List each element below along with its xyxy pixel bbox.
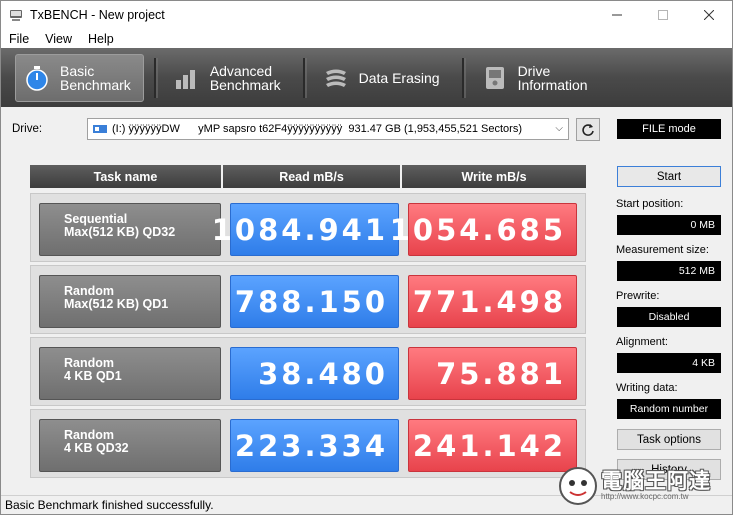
window-title: TxBENCH - New project bbox=[30, 8, 165, 22]
task-button-random-4k-qd32[interactable]: Random 4 KB QD32 bbox=[39, 419, 221, 472]
writing-data-label: Writing data: bbox=[616, 382, 678, 394]
app-window: TxBENCH - New project File View Help Bas… bbox=[0, 0, 733, 515]
app-icon bbox=[10, 10, 22, 21]
stopwatch-icon bbox=[26, 65, 48, 91]
watermark-text: 電腦王阿達 http://www.kocpc.com.tw bbox=[601, 470, 711, 502]
close-icon bbox=[704, 10, 714, 20]
toolbar: Basic Benchmark Advanced Benchmark Data … bbox=[1, 48, 732, 107]
mode-indicator: FILE mode bbox=[617, 119, 721, 139]
watermark-title: 電腦王阿達 bbox=[601, 469, 711, 493]
drive-select-value: (I:) ÿÿÿÿÿÿDW yMP sapsro t62F4ÿÿÿÿÿÿÿÿÿÿ… bbox=[112, 123, 522, 135]
read-value: 1084.941 bbox=[212, 203, 399, 256]
write-value: 771.498 bbox=[408, 275, 577, 328]
read-value: 38.480 bbox=[230, 347, 399, 400]
refresh-button[interactable] bbox=[576, 118, 600, 141]
write-value: 75.881 bbox=[408, 347, 577, 400]
task-line2: 4 KB QD1 bbox=[64, 369, 122, 383]
menu-file[interactable]: File bbox=[1, 32, 37, 46]
menu-help[interactable]: Help bbox=[80, 32, 122, 46]
task-options-button[interactable]: Task options bbox=[617, 429, 721, 450]
minimize-button[interactable] bbox=[594, 1, 640, 29]
alignment-label: Alignment: bbox=[616, 336, 668, 348]
menu-bar: File View Help bbox=[1, 29, 732, 48]
tab-advanced-benchmark[interactable]: Advanced Benchmark bbox=[166, 54, 293, 102]
write-value: 1054.685 bbox=[390, 203, 577, 256]
tab-data-erasing-label: Data Erasing bbox=[358, 69, 440, 86]
status-text: Basic Benchmark finished successfully. bbox=[5, 498, 214, 512]
drive-label: Drive: bbox=[12, 123, 43, 135]
results-table-header: Task name Read mB/s Write mB/s bbox=[30, 165, 586, 188]
tab-drive-information[interactable]: Drive Information bbox=[474, 54, 600, 102]
task-line2: Max(512 KB) QD32 bbox=[64, 225, 176, 239]
menu-view[interactable]: View bbox=[37, 32, 80, 46]
drive-icon bbox=[93, 125, 107, 133]
table-row: Random Max(512 KB) QD1 788.150 771.498 bbox=[30, 265, 586, 334]
writing-data-field[interactable]: Random number bbox=[617, 399, 721, 419]
watermark: 電腦王阿達 http://www.kocpc.com.tw bbox=[557, 463, 729, 509]
measurement-size-field[interactable]: 512 MB bbox=[617, 261, 721, 281]
title-bar: TxBENCH - New project bbox=[1, 1, 732, 29]
mascot-icon bbox=[559, 467, 597, 505]
toolbar-separator bbox=[153, 57, 158, 98]
task-line2: Max(512 KB) QD1 bbox=[64, 297, 169, 311]
tab-basic-benchmark[interactable]: Basic Benchmark bbox=[15, 53, 144, 102]
tab-data-erasing[interactable]: Data Erasing bbox=[315, 54, 452, 102]
prewrite-label: Prewrite: bbox=[616, 290, 660, 302]
tab-advanced-benchmark-label: Advanced Benchmark bbox=[209, 62, 281, 93]
write-value: 241.142 bbox=[408, 419, 577, 472]
header-write: Write mB/s bbox=[402, 165, 586, 188]
toolbar-separator bbox=[461, 57, 466, 98]
close-button[interactable] bbox=[686, 1, 732, 29]
start-button[interactable]: Start bbox=[617, 166, 721, 187]
task-button-sequential-qd32[interactable]: Sequential Max(512 KB) QD32 bbox=[39, 203, 221, 256]
chevron-down-icon: ⌵ bbox=[555, 123, 563, 134]
start-position-field[interactable]: 0 MB bbox=[617, 215, 721, 235]
table-row: Random 4 KB QD1 38.480 75.881 bbox=[30, 337, 586, 406]
eraser-icon bbox=[325, 69, 346, 87]
task-line2: 4 KB QD32 bbox=[64, 441, 129, 455]
drive-info-icon bbox=[485, 66, 504, 89]
maximize-icon bbox=[658, 10, 668, 20]
measurement-size-label: Measurement size: bbox=[616, 244, 709, 256]
refresh-icon bbox=[582, 123, 594, 136]
maximize-button[interactable] bbox=[640, 1, 686, 29]
prewrite-field[interactable]: Disabled bbox=[617, 307, 721, 327]
window-controls bbox=[594, 1, 732, 29]
table-row: Sequential Max(512 KB) QD32 1084.941 105… bbox=[30, 193, 586, 262]
drive-select[interactable]: (I:) ÿÿÿÿÿÿDW yMP sapsro t62F4ÿÿÿÿÿÿÿÿÿÿ… bbox=[87, 118, 569, 140]
alignment-field[interactable]: 4 KB bbox=[617, 353, 721, 373]
toolbar-separator bbox=[302, 57, 307, 98]
start-position-label: Start position: bbox=[616, 198, 684, 210]
bar-chart-icon bbox=[175, 69, 195, 89]
task-button-random-4k-qd1[interactable]: Random 4 KB QD1 bbox=[39, 347, 221, 400]
tab-drive-information-label: Drive Information bbox=[517, 62, 588, 93]
task-button-random-512k-qd1[interactable]: Random Max(512 KB) QD1 bbox=[39, 275, 221, 328]
watermark-url: http://www.kocpc.com.tw bbox=[601, 492, 689, 501]
header-read: Read mB/s bbox=[223, 165, 402, 188]
tab-basic-benchmark-label: Basic Benchmark bbox=[60, 62, 131, 93]
header-task-name: Task name bbox=[30, 165, 223, 188]
minimize-icon bbox=[612, 14, 622, 16]
table-row: Random 4 KB QD32 223.334 241.142 bbox=[30, 409, 586, 478]
read-value: 788.150 bbox=[230, 275, 399, 328]
read-value: 223.334 bbox=[230, 419, 399, 472]
